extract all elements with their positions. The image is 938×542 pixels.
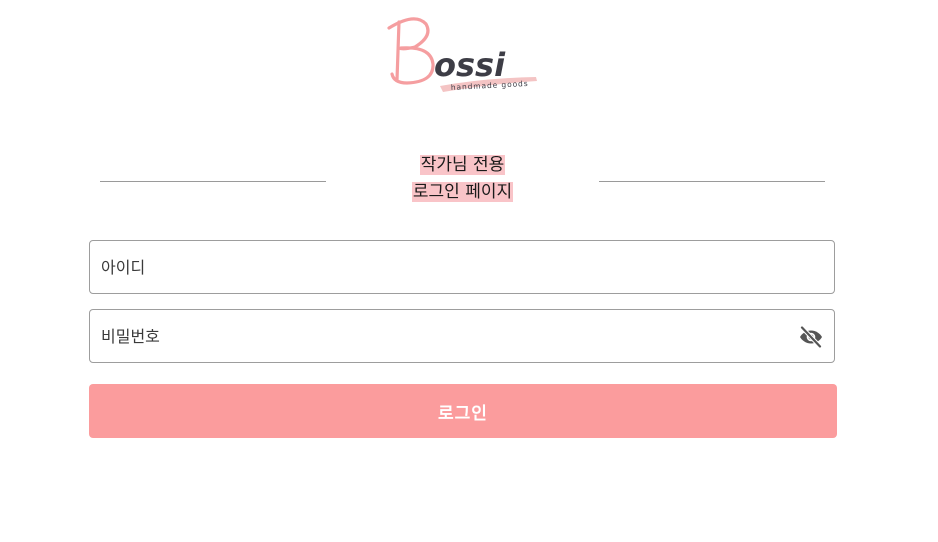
page-title: 작가님 전용 로그인 페이지: [326, 152, 599, 206]
brand-logo: ossi handmade goods: [385, 14, 545, 98]
logo-wordmark: ossi: [434, 46, 506, 84]
logo-initial-b: [387, 17, 435, 85]
password-field: [89, 309, 835, 363]
title-divider-right: [599, 181, 825, 182]
login-button[interactable]: 로그인: [89, 384, 837, 438]
title-divider-left: [100, 181, 326, 182]
title-line-2: 로그인 페이지: [411, 182, 514, 202]
title-line-1: 작가님 전용: [419, 155, 506, 175]
eye-off-icon[interactable]: [799, 325, 823, 349]
login-page: ossi handmade goods 작가님 전용 로그인 페이지 로그인: [0, 0, 938, 542]
id-field: [89, 240, 835, 294]
id-input[interactable]: [90, 241, 834, 293]
password-input[interactable]: [90, 310, 834, 362]
bossi-logo-graphic: ossi handmade goods: [387, 17, 537, 92]
